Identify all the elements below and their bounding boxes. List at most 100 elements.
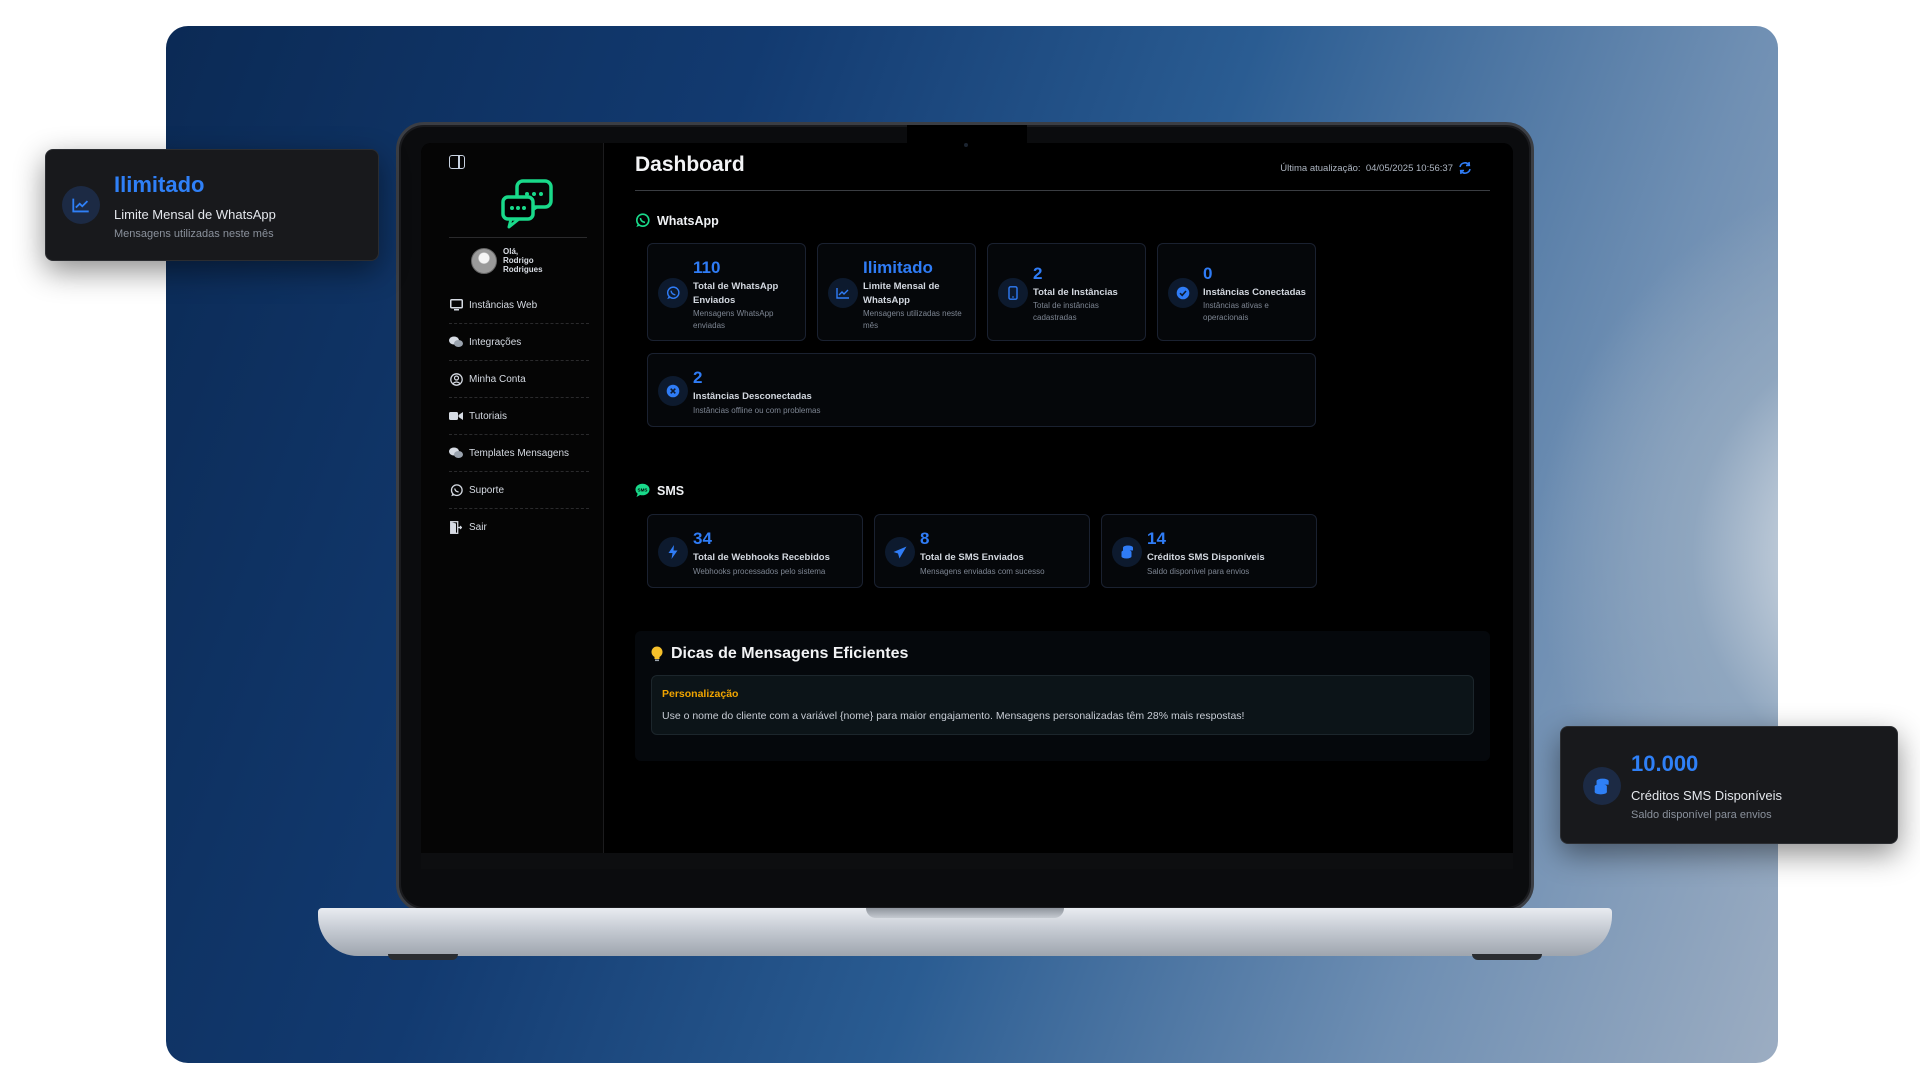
sms-icon: SMS [635, 483, 650, 497]
stat-card-sms-sent: 8 Total de SMS Enviados Mensagens enviad… [874, 514, 1090, 588]
user-last-name: Rodrigues [503, 265, 543, 274]
stat-label: Limite Mensal de WhatsApp [863, 281, 940, 306]
lightbulb-icon [651, 646, 663, 662]
stat-label: Instâncias Conectadas [1203, 287, 1306, 298]
stat-card-webhooks: 34 Total de Webhooks Recebidos Webhooks … [647, 514, 863, 588]
stat-value: 2 [1033, 264, 1043, 283]
laptop-foot [388, 954, 458, 960]
stat-label: Total de Webhooks Recebidos [693, 552, 830, 563]
user-profile: Olá, Rodrigo Rodrigues [471, 247, 543, 274]
stat-card-whatsapp-sent: 110 Total de WhatsApp Enviados Mensagens… [647, 243, 806, 341]
stat-description: Saldo disponível para envios [1147, 567, 1250, 576]
floating-card-sms-credits: 10.000 Créditos SMS Disponíveis Saldo di… [1560, 726, 1898, 844]
float-description: Saldo disponível para envios [1631, 809, 1772, 821]
last-update: Última atualização: 04/05/2025 10:56:37 [1280, 163, 1453, 174]
tip-title: Personalização [662, 688, 739, 700]
coins-icon [1583, 767, 1621, 805]
whatsapp-icon [636, 213, 650, 227]
section-title-label: SMS [657, 483, 685, 498]
stat-description: Total de instâncias cadastradas [1033, 301, 1099, 322]
whatsapp-icon [449, 483, 463, 497]
section-title-sms: SMS SMS [635, 483, 684, 498]
sidebar-item-label: Sair [469, 522, 487, 533]
sidebar-item-label: Suporte [469, 484, 505, 496]
stat-label: Total de WhatsApp Enviados [693, 281, 779, 306]
chart-line-icon [828, 278, 858, 308]
coins-icon [1112, 537, 1142, 567]
tip-card-personalizacao: Personalização Use o nome do cliente com… [651, 675, 1474, 735]
sidebar-item-minha-conta[interactable]: Minha Conta [449, 361, 589, 398]
video-icon [449, 409, 463, 423]
app-logo [501, 179, 553, 229]
stat-label: Total de SMS Enviados [920, 552, 1024, 563]
stat-card-total-instances: 2 Total de Instâncias Total de instância… [987, 243, 1146, 341]
sidebar-item-templates[interactable]: Templates Mensagens [449, 435, 589, 472]
whatsapp-icon [658, 278, 688, 308]
float-value: 10.000 [1631, 751, 1699, 776]
stat-card-whatsapp-limit: Ilimitado Limite Mensal de WhatsApp Mens… [817, 243, 976, 341]
phone-icon [998, 278, 1028, 308]
float-value: Ilimitado [114, 172, 205, 197]
stat-value: 110 [693, 258, 721, 277]
x-circle-icon [658, 376, 688, 406]
sidebar-divider [449, 237, 587, 238]
laptop-screen: Olá, Rodrigo Rodrigues Instâncias Web In… [421, 143, 1513, 869]
stat-card-connected-instances: 0 Instâncias Conectadas Instâncias ativa… [1157, 243, 1316, 341]
stat-description: Mensagens utilizadas neste mês [863, 309, 962, 330]
refresh-icon[interactable] [1457, 160, 1473, 176]
stat-value: 34 [693, 529, 712, 548]
user-greeting: Olá, [503, 247, 519, 256]
float-label: Créditos SMS Disponíveis [1631, 788, 1782, 803]
sidebar: Olá, Rodrigo Rodrigues Instâncias Web In… [421, 143, 604, 869]
stat-description: Mensagens WhatsApp enviadas [693, 309, 774, 330]
paper-plane-icon [885, 537, 915, 567]
last-update-label: Última atualização: [1280, 163, 1361, 174]
user-circle-icon [449, 372, 463, 386]
page-title: Dashboard [635, 153, 745, 176]
laptop-base-lip [866, 908, 1064, 918]
float-label: Limite Mensal de WhatsApp [114, 207, 276, 222]
stat-label: Instâncias Desconectadas [693, 391, 812, 402]
laptop-base [318, 908, 1612, 960]
stat-value: Ilimitado [863, 258, 933, 277]
sidebar-item-instancias-web[interactable]: Instâncias Web [449, 287, 589, 324]
section-title-whatsapp: WhatsApp [635, 213, 719, 228]
sidebar-item-label: Integrações [469, 336, 522, 348]
floating-card-whatsapp-limit: Ilimitado Limite Mensal de WhatsApp Mens… [45, 149, 379, 261]
main-content: Dashboard Última atualização: 04/05/2025… [604, 143, 1513, 869]
stat-value: 14 [1147, 529, 1166, 548]
float-description: Mensagens utilizadas neste mês [114, 228, 274, 240]
chat-bubbles-icon [449, 446, 463, 460]
laptop-frame: Olá, Rodrigo Rodrigues Instâncias Web In… [396, 122, 1534, 912]
door-exit-icon [449, 521, 463, 535]
tip-text: Use o nome do cliente com a variável {no… [662, 710, 1245, 722]
sidebar-nav: Instâncias Web Integrações Minha Conta T… [449, 287, 589, 546]
stat-card-disconnected-instances: 2 Instâncias Desconectadas Instâncias of… [647, 353, 1316, 427]
camera-notch [907, 125, 1027, 159]
check-circle-icon [1168, 278, 1198, 308]
sidebar-item-tutoriais[interactable]: Tutoriais [449, 398, 589, 435]
svg-text:SMS: SMS [638, 487, 648, 492]
monitor-icon [449, 298, 463, 312]
screen-bezel-bottom [421, 853, 1513, 869]
stat-label: Créditos SMS Disponíveis [1147, 552, 1265, 563]
stat-value: 8 [920, 529, 930, 548]
laptop-foot [1472, 954, 1542, 960]
sidebar-item-label: Minha Conta [469, 373, 526, 385]
sidebar-item-suporte[interactable]: Suporte [449, 472, 589, 509]
section-title-label: WhatsApp [657, 213, 719, 228]
avatar [471, 247, 497, 274]
sidebar-toggle-icon[interactable] [449, 155, 465, 169]
chart-line-icon [62, 186, 100, 224]
tips-title-label: Dicas de Mensagens Eficientes [671, 645, 909, 662]
sidebar-item-sair[interactable]: Sair [449, 509, 589, 546]
sidebar-item-label: Templates Mensagens [469, 447, 570, 459]
stat-label: Total de Instâncias [1033, 287, 1118, 298]
sidebar-item-integracoes[interactable]: Integrações [449, 324, 589, 361]
stat-description: Webhooks processados pelo sistema [693, 567, 826, 576]
sidebar-item-label: Tutoriais [469, 410, 507, 422]
stat-card-sms-credits: 14 Créditos SMS Disponíveis Saldo dispon… [1101, 514, 1317, 588]
bolt-icon [658, 537, 688, 567]
header-divider [635, 190, 1490, 191]
stat-description: Mensagens enviadas com sucesso [920, 567, 1045, 576]
